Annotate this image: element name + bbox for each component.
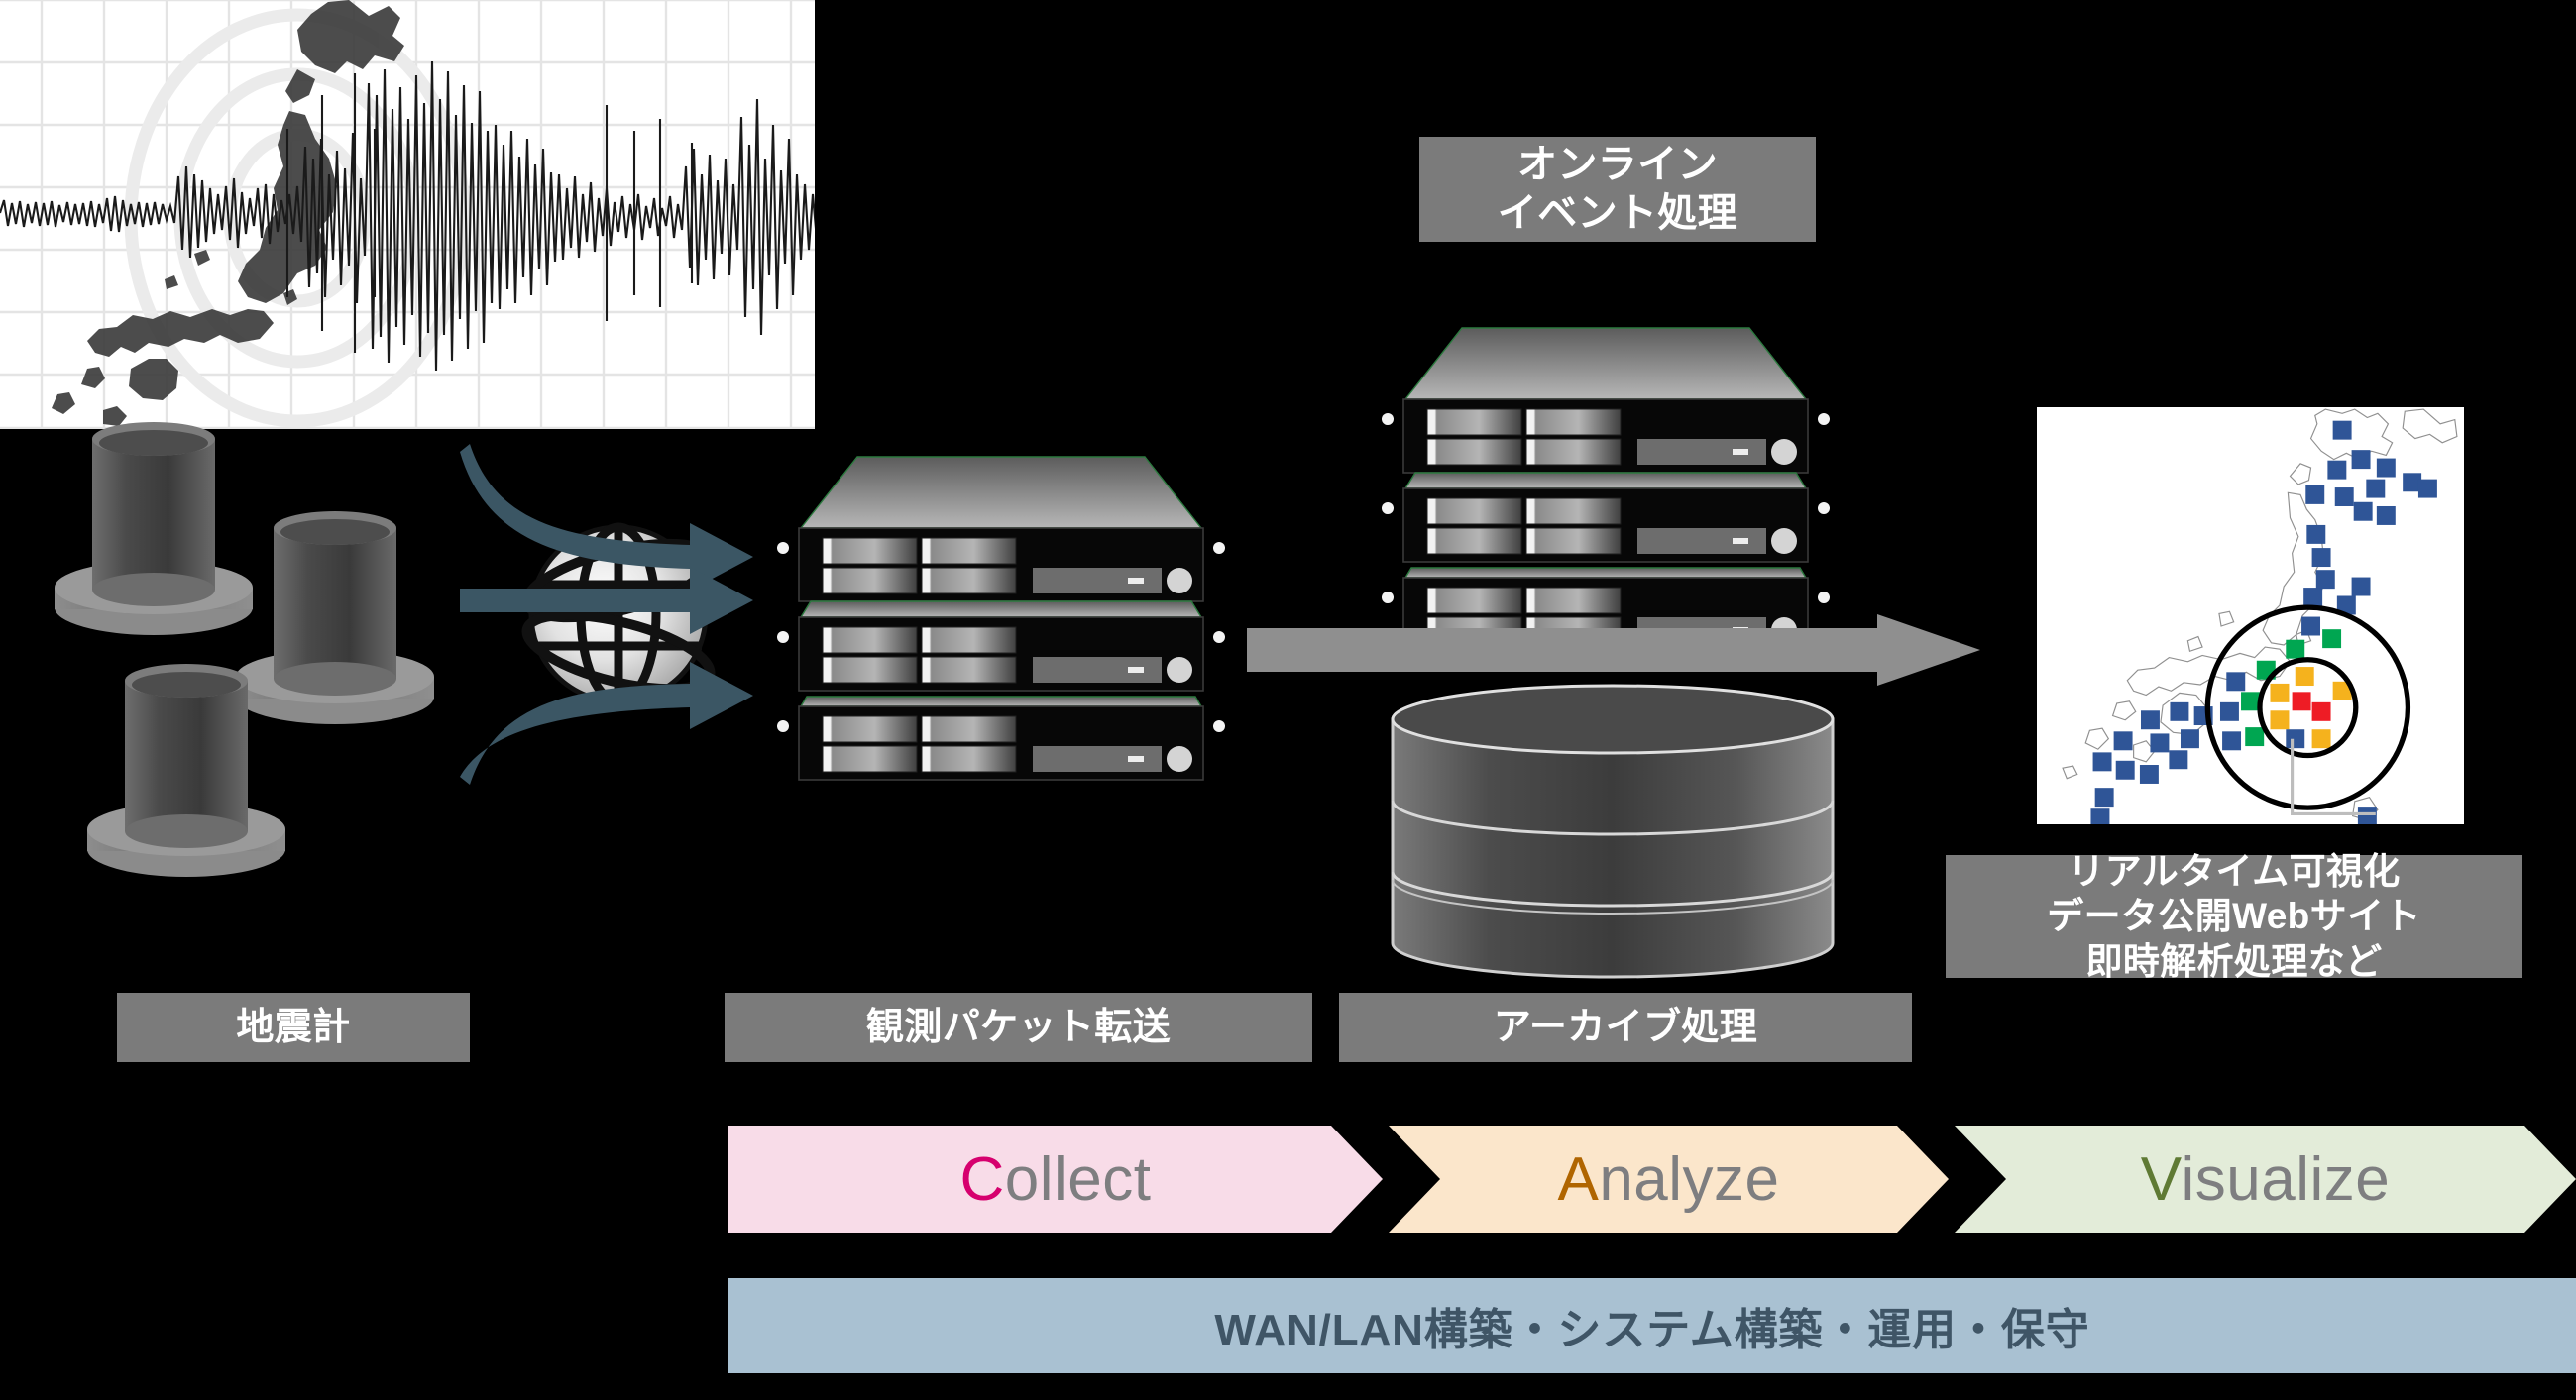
infrastructure-bar: WAN/LAN構築・システム構築・運用・保守 xyxy=(728,1278,2576,1373)
stage-rest: isualize xyxy=(2181,1144,2391,1214)
label-online-event-processing: オンライン イベント処理 xyxy=(1419,137,1816,242)
intensity-marker xyxy=(2139,765,2159,784)
intensity-marker xyxy=(2270,683,2290,702)
intensity-marker xyxy=(2245,727,2265,747)
intensity-marker xyxy=(2270,710,2290,730)
intensity-marker xyxy=(2366,479,2386,498)
intensity-marker xyxy=(2140,710,2160,730)
server-rack-icon xyxy=(777,456,1225,781)
intensity-marker xyxy=(2311,548,2331,568)
intensity-marker xyxy=(2226,672,2246,692)
intensity-marker xyxy=(2376,505,2396,525)
seismometer-group xyxy=(55,421,471,887)
stage-rest: nalyze xyxy=(1599,1144,1780,1214)
intensity-marker xyxy=(2351,577,2371,596)
intensity-marker xyxy=(2311,701,2331,721)
intensity-marker xyxy=(2306,524,2326,544)
intensity-marker xyxy=(2241,692,2260,711)
label-text: 地震計 xyxy=(236,1006,351,1048)
intensity-marker xyxy=(2094,788,2114,808)
server-rack-icon xyxy=(1382,327,1830,652)
intensity-marker xyxy=(2311,729,2331,749)
intensity-marker xyxy=(2357,807,2377,824)
intensity-marker xyxy=(2376,458,2396,478)
seismometer-sensor-icon xyxy=(236,511,434,724)
stage-collect[interactable]: Collect xyxy=(728,1126,1383,1233)
label-line: イベント処理 xyxy=(1497,191,1738,235)
intensity-marker xyxy=(2332,420,2352,440)
japan-seismic-intensity-map-icon xyxy=(2034,404,2467,827)
server-rack-online-event xyxy=(1368,322,1844,664)
intensity-marker xyxy=(2286,639,2305,659)
seismograph-waveform-icon xyxy=(0,0,815,429)
label-seismometer: 地震計 xyxy=(117,993,470,1062)
stage-label: Collect xyxy=(959,1144,1151,1215)
intensity-marker xyxy=(2417,479,2437,498)
intensity-marker xyxy=(2315,570,2335,590)
label-visualization: リアルタイム可視化 データ公開Webサイト 即時解析処理など xyxy=(1946,851,2522,982)
stage-label: Visualize xyxy=(2141,1144,2391,1215)
intensity-marker xyxy=(2327,460,2347,480)
intensity-marker xyxy=(2353,501,2373,521)
label-text: 観測パケット転送 xyxy=(865,1006,1172,1048)
database-cylinder-icon xyxy=(1391,684,1835,979)
label-line: オンライン xyxy=(1517,143,1718,187)
intensity-marker xyxy=(2180,729,2199,749)
intensity-marker xyxy=(2150,733,2170,753)
intensity-marker xyxy=(2292,692,2311,711)
intensity-marker xyxy=(2219,701,2239,721)
intensity-marker xyxy=(2303,588,2323,607)
stage-rest: ollect xyxy=(1004,1144,1152,1214)
seismometer-sensor-icon xyxy=(55,422,253,635)
intensity-marker xyxy=(2351,450,2371,470)
label-text: アーカイブ処理 xyxy=(1493,1006,1758,1048)
intensity-marker xyxy=(2334,487,2354,506)
flow-arrow-right-icon xyxy=(1247,614,1980,686)
intensity-marker xyxy=(2113,731,2133,751)
server-rack-collect xyxy=(763,451,1239,793)
stage-label: Analyze xyxy=(1557,1144,1779,1215)
label-line: データ公開Webサイト xyxy=(2047,896,2421,937)
intensity-marker xyxy=(2222,731,2242,751)
label-archive-processing: アーカイブ処理 xyxy=(1339,993,1912,1062)
archive-database xyxy=(1363,684,1878,981)
stage-initial: V xyxy=(2140,1144,2182,1214)
stage-initial: C xyxy=(959,1144,1005,1214)
label-line: 即時解析処理など xyxy=(2085,940,2383,982)
intensity-marker xyxy=(2305,485,2325,504)
stage-visualize[interactable]: Visualize xyxy=(1955,1126,2576,1233)
stage-initial: A xyxy=(1557,1144,1600,1214)
intensity-marker xyxy=(2170,701,2189,721)
stage-analyze[interactable]: Analyze xyxy=(1389,1126,1949,1233)
intensity-marker xyxy=(2286,729,2305,749)
intensity-marker xyxy=(2322,629,2342,649)
intensity-marker xyxy=(2115,760,2135,780)
intensity-marker xyxy=(2295,667,2314,687)
intensity-marker xyxy=(2169,750,2188,770)
label-line: リアルタイム可視化 xyxy=(2068,851,2401,893)
seismograph-panel xyxy=(0,0,815,429)
label-packet-transfer: 観測パケット転送 xyxy=(725,993,1312,1062)
infrastructure-label: WAN/LAN構築・システム構築・運用・保守 xyxy=(1214,1306,2090,1354)
intensity-marker xyxy=(2092,752,2112,772)
intensity-marker xyxy=(2090,808,2110,824)
intensity-marker xyxy=(2301,616,2321,636)
